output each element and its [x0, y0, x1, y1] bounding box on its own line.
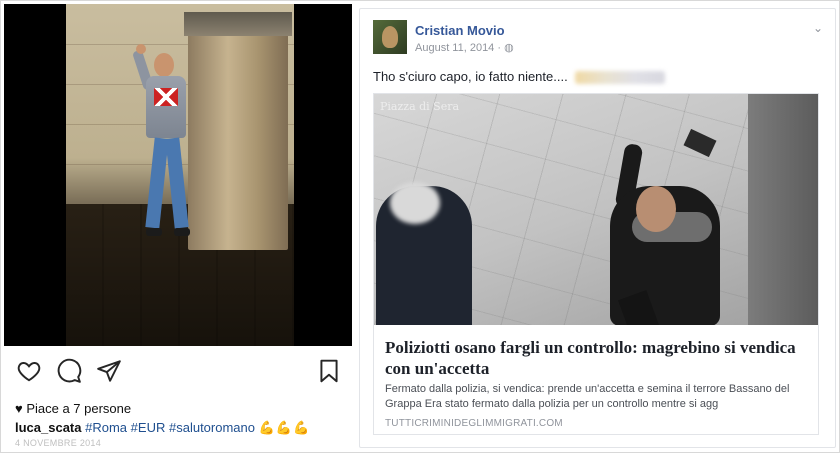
- post-meta: August 11, 2014 · ◍: [415, 41, 514, 54]
- share-icon[interactable]: [96, 358, 122, 384]
- globe-icon: ◍: [504, 42, 514, 54]
- blurred-face: [390, 182, 440, 224]
- link-headline[interactable]: Poliziotti osano fargli un controllo: ma…: [385, 337, 810, 379]
- link-text-area: Poliziotti osano fargli un controllo: ma…: [374, 325, 818, 434]
- link-preview[interactable]: Piazza di Sera Poliziotti osano fargli u…: [373, 93, 819, 435]
- facebook-post: Cristian Movio August 11, 2014 · ◍ ⌄ Tho…: [359, 8, 836, 448]
- image-wall: [748, 94, 818, 325]
- author-name[interactable]: Cristian Movio: [415, 23, 505, 38]
- heart-icon[interactable]: [16, 358, 42, 384]
- avatar[interactable]: [373, 20, 407, 54]
- photo-person-shoe: [146, 228, 162, 236]
- photo-pillar: [188, 20, 288, 250]
- caption-emoji: 💪💪💪: [258, 420, 311, 435]
- post-date[interactable]: August 11, 2014: [415, 42, 494, 54]
- likes-count[interactable]: ♥ Piace a 7 persone: [15, 401, 131, 416]
- post-date: 4 NOVEMBRE 2014: [15, 438, 102, 446]
- hashtag-salutoromano[interactable]: #salutoromano: [169, 420, 255, 435]
- post-caption: luca_scata #Roma #EUR #salutoromano 💪💪💪: [15, 420, 310, 436]
- photo-scene: [66, 4, 294, 346]
- link-image: Piazza di Sera: [374, 94, 818, 325]
- instagram-photo[interactable]: [4, 4, 352, 346]
- instagram-post: ♥ Piace a 7 persone luca_scata #Roma #EU…: [4, 4, 352, 446]
- attacker-head: [636, 186, 676, 232]
- hashtag-eur[interactable]: #EUR: [131, 420, 166, 435]
- image-watermark: Piazza di Sera: [380, 100, 460, 113]
- photo-sweater-flag: [154, 88, 178, 106]
- link-description: Fermato dalla polizia, si vendica: prend…: [385, 383, 790, 410]
- status-message: Tho s'ciuro capo, io fatto niente....: [373, 69, 568, 84]
- photo-person-head: [154, 53, 174, 77]
- link-domain: TUTTICRIMINIDEGLIMMIGRATI.COM: [385, 418, 563, 429]
- bookmark-icon[interactable]: [316, 358, 342, 384]
- hashtag-roma[interactable]: #Roma: [85, 420, 127, 435]
- status-text: Tho s'ciuro capo, io fatto niente....: [373, 69, 666, 85]
- blurred-text: [575, 71, 666, 85]
- comment-icon[interactable]: [56, 358, 82, 384]
- photo-statue-base: [184, 12, 292, 36]
- separator: ·: [497, 42, 502, 54]
- caption-username[interactable]: luca_scata: [15, 420, 82, 435]
- photo-hand: [136, 44, 146, 54]
- photo-person-sweater: [146, 76, 186, 138]
- instagram-actions: [4, 346, 352, 396]
- photo-person-shoe: [174, 228, 190, 236]
- chevron-down-icon[interactable]: ⌄: [813, 21, 823, 35]
